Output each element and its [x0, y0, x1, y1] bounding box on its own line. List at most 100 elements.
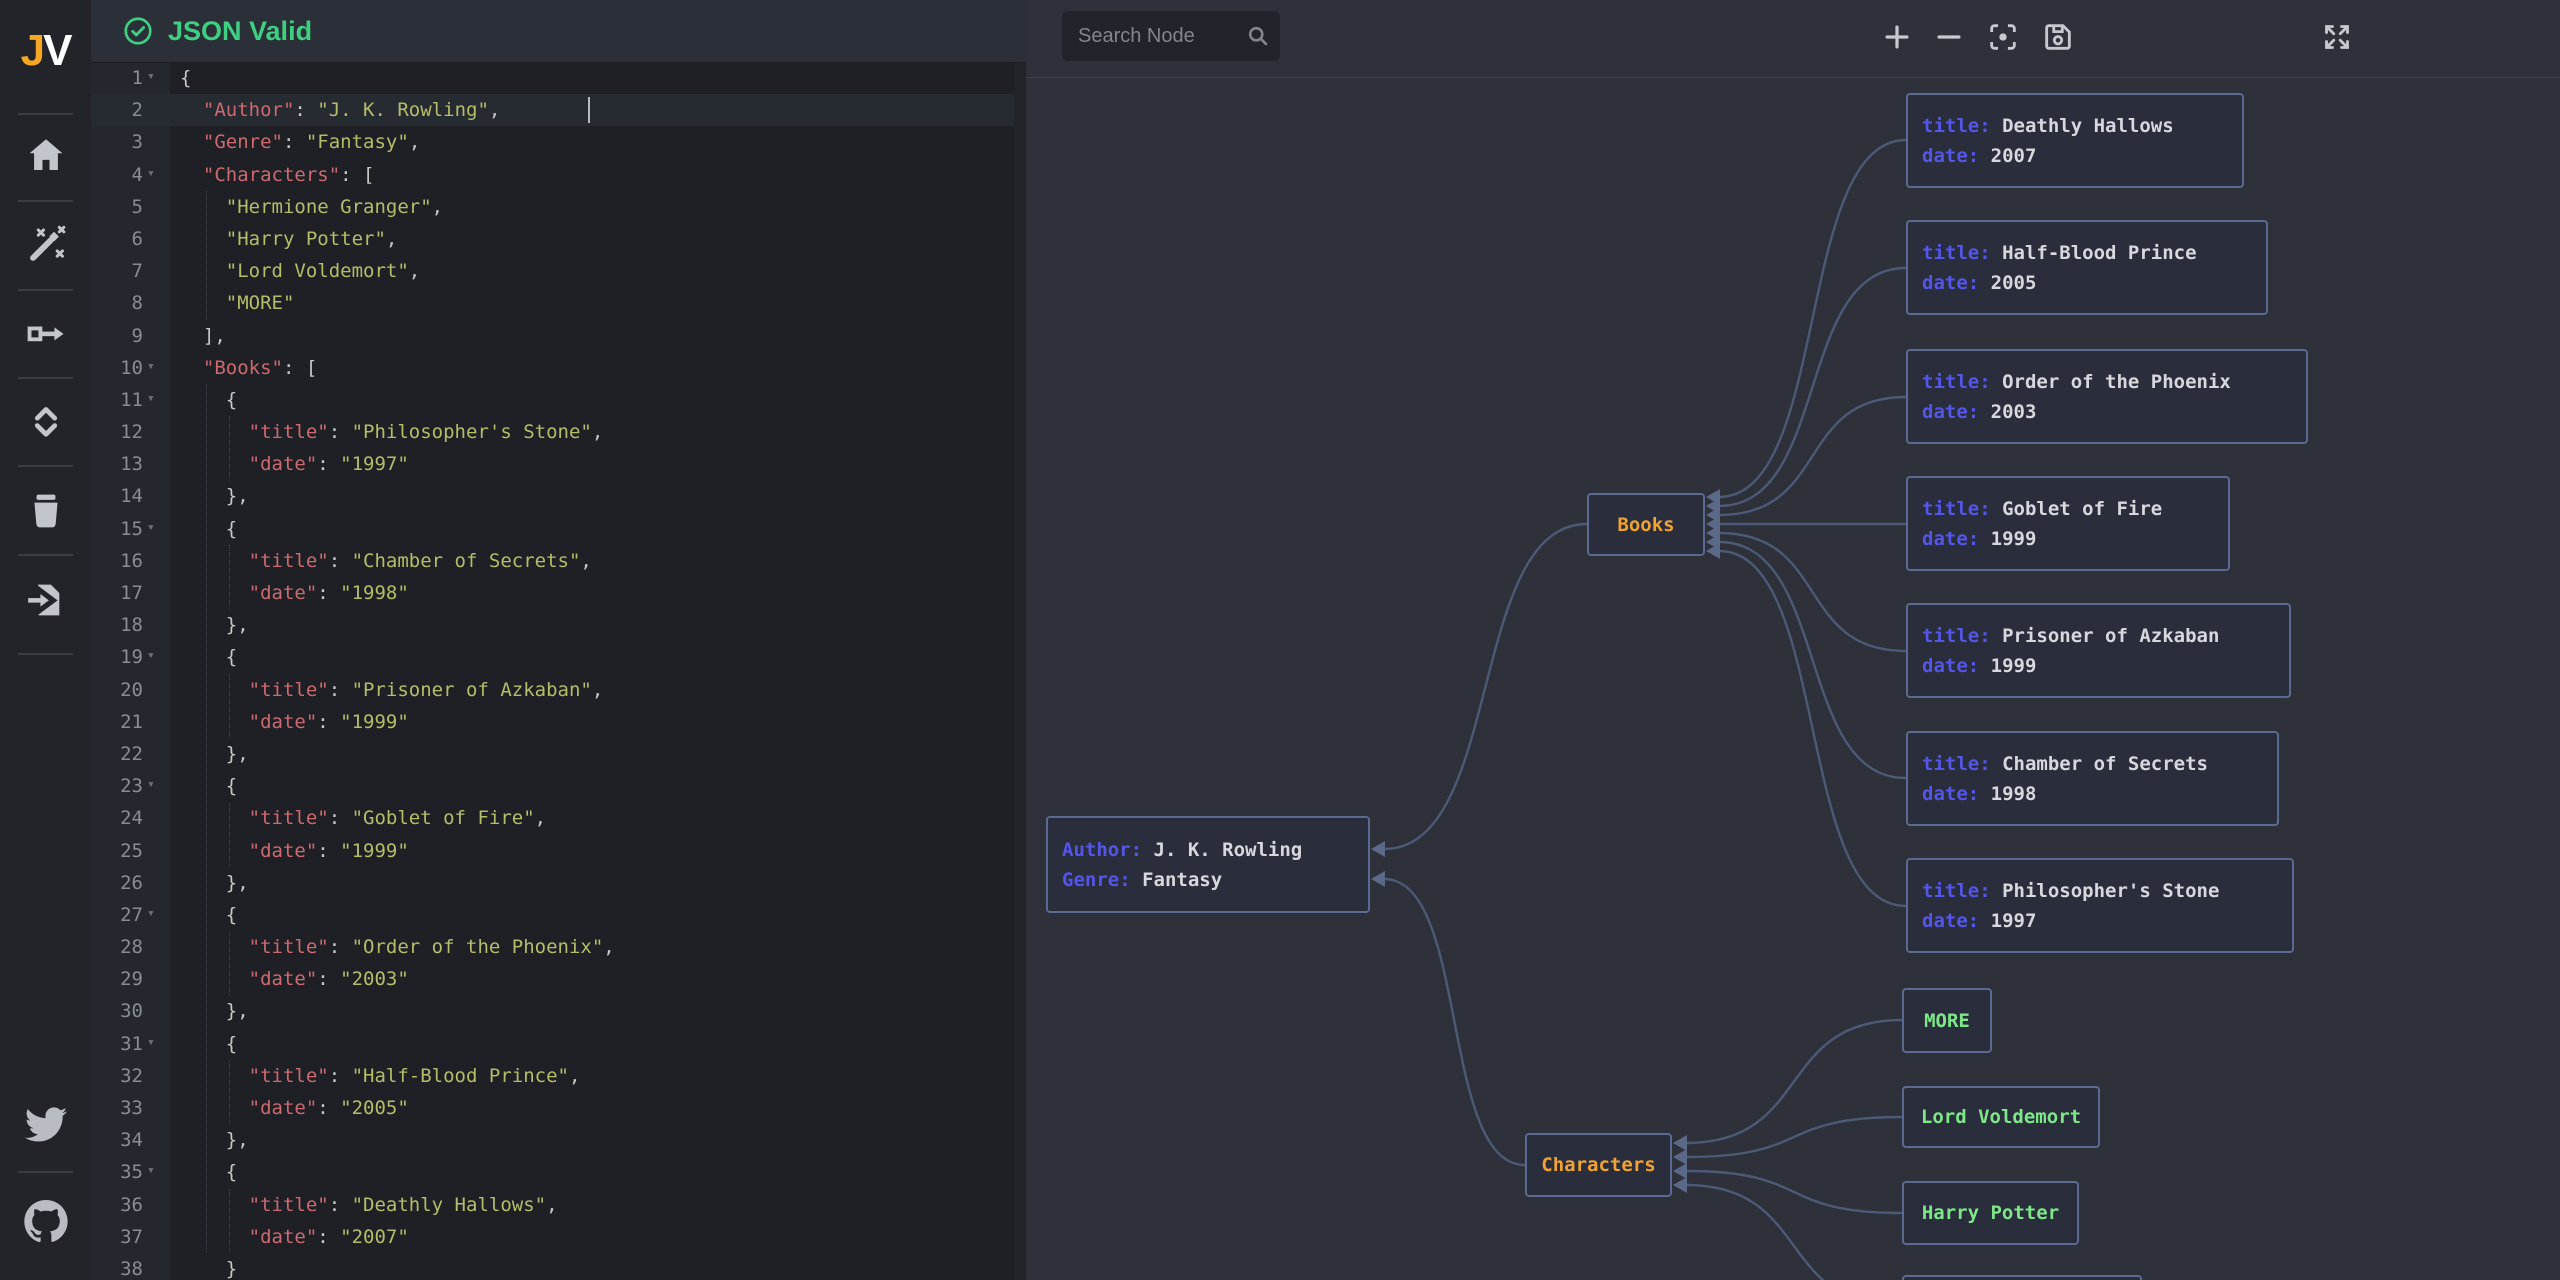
json-valid-status: JSON Valid: [168, 16, 312, 47]
fold-arrow-icon[interactable]: ▾: [147, 898, 155, 930]
line-number: 23: [91, 770, 143, 802]
node-books[interactable]: Books: [1587, 493, 1705, 556]
fold-arrow-icon[interactable]: ▾: [147, 351, 155, 383]
graph-panel[interactable]: [1026, 0, 2560, 1280]
node-field: date: 1999: [1922, 524, 2228, 554]
fold-arrow-icon[interactable]: ▾: [147, 1155, 155, 1187]
code-text: "Books": [: [180, 352, 317, 384]
sidebar-divider: [18, 1171, 73, 1173]
sidebar-divider: [18, 554, 73, 556]
editor-line-33: 33 "date": "2005": [91, 1092, 1026, 1124]
editor-line-29: 29 "date": "2003": [91, 963, 1026, 995]
code-text: },: [180, 738, 249, 770]
github-icon: [23, 1199, 69, 1245]
sidebar-item-magic-wand[interactable]: [0, 217, 91, 273]
line-number: 15: [91, 513, 143, 545]
editor-line-24: 24 "title": "Goblet of Fire",: [91, 802, 1026, 834]
code-text: },: [180, 867, 249, 899]
fold-arrow-icon[interactable]: ▾: [147, 769, 155, 801]
code-text: "Genre": "Fantasy",: [180, 126, 420, 158]
node-book-prisoner-of-azkaban[interactable]: title: Prisoner of Azkabandate: 1999: [1906, 603, 2291, 698]
check-circle-icon: [122, 15, 154, 47]
node-field: title: Deathly Hallows: [1922, 111, 2242, 141]
sidebar: JV: [0, 0, 91, 1280]
app-logo[interactable]: JV: [0, 26, 91, 76]
editor-line-5: 5 "Hermione Granger",: [91, 191, 1026, 223]
node-field: title: Chamber of Secrets: [1922, 749, 2277, 779]
editor-line-20: 20 "title": "Prisoner of Azkaban",: [91, 674, 1026, 706]
fold-arrow-icon[interactable]: ▾: [147, 512, 155, 544]
code-text: ],: [180, 320, 226, 352]
line-number: 30: [91, 995, 143, 1027]
node-root[interactable]: Author: J. K. RowlingGenre: Fantasy: [1046, 816, 1370, 913]
node-label: Harry Potter: [1922, 1202, 2059, 1224]
editor-line-19: 19▾ {: [91, 641, 1026, 673]
line-number: 1: [91, 62, 143, 94]
sidebar-item-trash[interactable]: [0, 482, 91, 538]
sidebar-item-home[interactable]: [0, 127, 91, 183]
node-book-chamber-of-secrets[interactable]: title: Chamber of Secretsdate: 1998: [1906, 731, 2279, 826]
sidebar-item-expand-collapse[interactable]: [0, 393, 91, 449]
search-node-input[interactable]: [1062, 11, 1248, 61]
code-text: "date": "1999": [180, 706, 409, 738]
twitter-icon: [23, 1102, 69, 1148]
sidebar-link-github[interactable]: [0, 1194, 91, 1250]
editor-line-26: 26 },: [91, 867, 1026, 899]
node-characters[interactable]: Characters: [1525, 1133, 1672, 1197]
code-text: {: [180, 384, 237, 416]
editor-line-18: 18 },: [91, 609, 1026, 641]
editor-line-31: 31▾ {: [91, 1028, 1026, 1060]
node-char-more[interactable]: MORE: [1902, 988, 1992, 1053]
editor-line-2: 2 "Author": "J. K. Rowling",: [91, 94, 1026, 126]
sidebar-item-flow-direction[interactable]: [0, 305, 91, 361]
sidebar-item-import[interactable]: [0, 572, 91, 628]
code-text: "title": "Deathly Hallows",: [180, 1189, 558, 1221]
node-char-lord-voldemort[interactable]: Lord Voldemort: [1902, 1086, 2100, 1148]
code-text: "date": "1999": [180, 835, 409, 867]
node-book-goblet-of-fire[interactable]: title: Goblet of Firedate: 1999: [1906, 476, 2230, 571]
line-number: 12: [91, 416, 143, 448]
node-char-partial[interactable]: [1902, 1275, 2142, 1280]
expand-collapse-icon: [25, 400, 67, 442]
code-text: {: [180, 62, 191, 94]
node-field: date: 2007: [1922, 141, 2242, 171]
node-book-order-of-the-phoenix[interactable]: title: Order of the Phoenixdate: 2003: [1906, 349, 2308, 444]
editor-line-36: 36 "title": "Deathly Hallows",: [91, 1189, 1026, 1221]
sidebar-divider: [18, 465, 73, 467]
node-book-philosophers-stone[interactable]: title: Philosopher's Stonedate: 1997: [1906, 858, 2294, 953]
node-char-harry-potter[interactable]: Harry Potter: [1902, 1181, 2079, 1245]
editor-line-9: 9 ],: [91, 320, 1026, 352]
fold-arrow-icon[interactable]: ▾: [147, 640, 155, 672]
node-label: Characters: [1541, 1154, 1655, 1176]
node-field: title: Goblet of Fire: [1922, 494, 2228, 524]
sidebar-divider: [18, 377, 73, 379]
editor-line-30: 30 },: [91, 995, 1026, 1027]
code-text: "Hermione Granger",: [180, 191, 443, 223]
node-field: date: 1998: [1922, 779, 2277, 809]
fold-arrow-icon[interactable]: ▾: [147, 1027, 155, 1059]
code-text: {: [180, 770, 237, 802]
node-field: title: Prisoner of Azkaban: [1922, 621, 2289, 651]
editor-line-34: 34 },: [91, 1124, 1026, 1156]
sidebar-link-twitter[interactable]: [0, 1097, 91, 1153]
code-text: },: [180, 995, 249, 1027]
editor-line-22: 22 },: [91, 738, 1026, 770]
node-book-deathly-hallows[interactable]: title: Deathly Hallowsdate: 2007: [1906, 93, 2244, 188]
fold-arrow-icon[interactable]: ▾: [147, 383, 155, 415]
node-field: title: Philosopher's Stone: [1922, 876, 2292, 906]
code-text: "Harry Potter",: [180, 223, 397, 255]
fold-arrow-icon[interactable]: ▾: [147, 61, 155, 93]
json-editor[interactable]: 1▾{2 "Author": "J. K. Rowling",3 "Genre"…: [91, 62, 1026, 1280]
line-number: 33: [91, 1092, 143, 1124]
line-number: 37: [91, 1221, 143, 1253]
code-text: "Lord Voldemort",: [180, 255, 420, 287]
code-text: "title": "Goblet of Fire",: [180, 802, 546, 834]
code-text: {: [180, 513, 237, 545]
magic-wand-icon: [25, 224, 67, 266]
editor-line-3: 3 "Genre": "Fantasy",: [91, 126, 1026, 158]
sidebar-divider: [18, 289, 73, 291]
node-book-half-blood-prince[interactable]: title: Half-Blood Princedate: 2005: [1906, 220, 2268, 315]
editor-line-37: 37 "date": "2007": [91, 1221, 1026, 1253]
fold-arrow-icon[interactable]: ▾: [147, 158, 155, 190]
line-number: 10: [91, 352, 143, 384]
